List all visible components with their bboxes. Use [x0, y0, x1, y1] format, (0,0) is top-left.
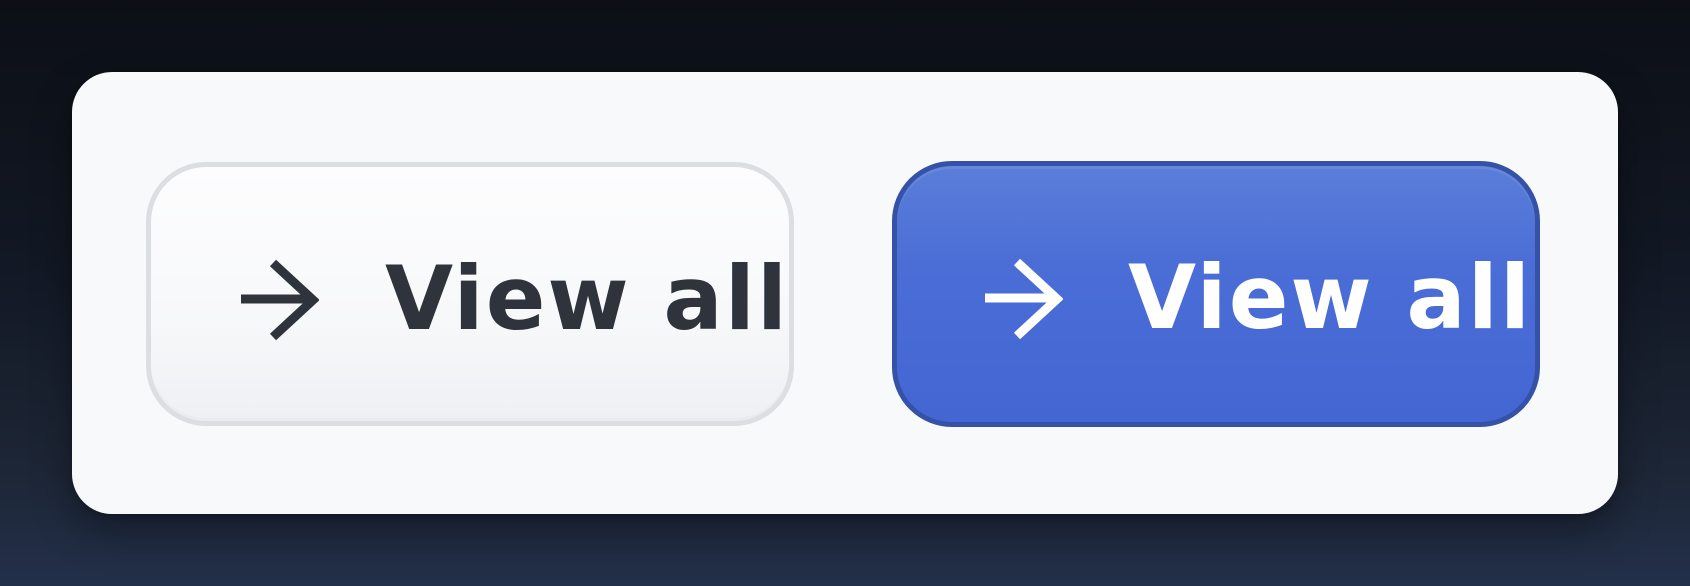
arrow-right-icon	[241, 259, 319, 341]
view-all-label: View all	[1128, 246, 1533, 349]
arrow-right-icon	[985, 258, 1063, 340]
view-all-label: View all	[385, 247, 790, 350]
view-all-button-secondary[interactable]: View all	[146, 162, 794, 426]
view-all-button-primary[interactable]: View all	[892, 161, 1540, 427]
